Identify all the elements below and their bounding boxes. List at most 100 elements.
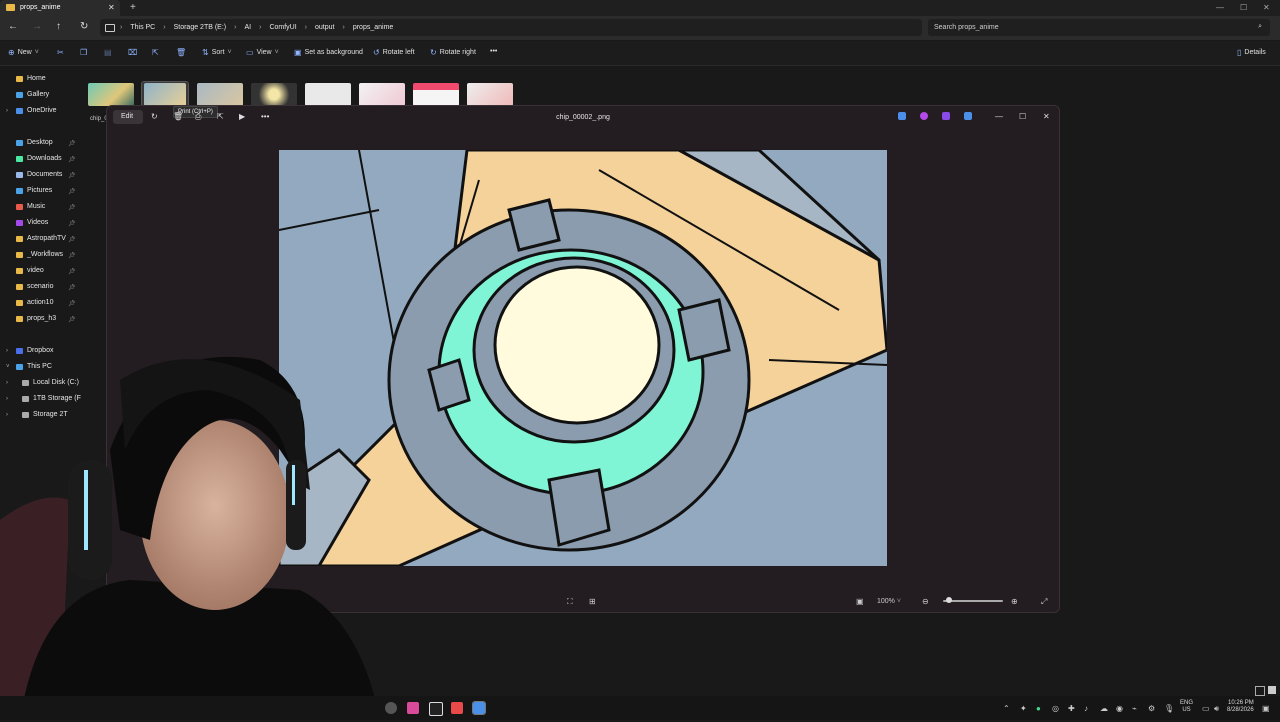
sidebar-item-home[interactable]: Home (16, 75, 46, 82)
sidebar-item-onedrive[interactable]: OneDrive (16, 107, 57, 114)
more-options-button[interactable]: ••• (490, 48, 497, 55)
forward-arrow-icon[interactable]: → (32, 21, 42, 32)
new-button[interactable]: ⊕ New ˅ (8, 48, 39, 57)
fullscreen-icon[interactable]: ⤢ (1041, 597, 1047, 607)
rename-icon[interactable]: ⌧ (128, 48, 137, 57)
language-indicator[interactable]: ENG US (1180, 700, 1193, 714)
viewer-minimize-button[interactable]: — (995, 112, 1003, 121)
photos-app-icon[interactable] (472, 701, 486, 715)
pin-icon[interactable]: 📌︎ (68, 172, 76, 179)
view-toggle-icon[interactable] (1255, 686, 1265, 696)
steam-icon[interactable]: ◉ (1116, 704, 1123, 713)
pin-icon[interactable]: 📌︎ (68, 188, 76, 195)
tray-icon[interactable]: ✚ (1068, 704, 1075, 713)
tray-icon[interactable]: ☁ (1100, 704, 1108, 713)
notification-icon[interactable]: ▣ (1262, 704, 1270, 713)
tray-icon[interactable]: ⚙ (1148, 704, 1155, 713)
sidebar-item-action10[interactable]: action10 (16, 299, 53, 306)
sidebar-item-documents[interactable]: Documents (16, 171, 62, 178)
explorer-tab[interactable]: props_anime ✕ (0, 0, 120, 16)
pin-icon[interactable]: 📌︎ (68, 316, 76, 323)
tray-icon[interactable]: ● (1036, 704, 1041, 713)
record-icon[interactable] (451, 702, 463, 714)
thumbnail-5[interactable] (305, 83, 351, 106)
zoom-slider-thumb[interactable] (946, 597, 952, 603)
sidebar-item-gallery[interactable]: Gallery (16, 91, 49, 98)
sidebar-item-videos[interactable]: Videos (16, 219, 48, 226)
app-icon[interactable] (942, 112, 950, 120)
zoom-level[interactable]: 100% ˅ (877, 598, 901, 605)
delete-icon[interactable]: 🗑︎ (176, 48, 186, 57)
breadcrumb-comfyui[interactable]: ComfyUI (269, 24, 296, 31)
explorer-minimize-button[interactable]: — (1216, 3, 1224, 12)
search-input[interactable]: Search props_anime ⌕ (928, 19, 1270, 36)
new-tab-button[interactable]: + (130, 2, 136, 13)
rotate-left-button[interactable]: ↺ Rotate left (373, 48, 415, 57)
app-icon[interactable] (407, 702, 419, 714)
thumbnail-6[interactable] (359, 83, 405, 106)
app-icon[interactable] (920, 112, 928, 120)
app-icon[interactable] (898, 112, 906, 120)
fit-icon[interactable]: ⛶ (567, 597, 573, 607)
sidebar-item-pictures[interactable]: Pictures (16, 187, 52, 194)
thumbnail-7[interactable] (413, 83, 459, 106)
close-tab-icon[interactable]: ✕ (108, 3, 115, 12)
breadcrumb-output[interactable]: output (315, 24, 334, 31)
refresh-icon[interactable]: ↻ (80, 21, 88, 32)
share-icon[interactable]: ⇱ (152, 48, 159, 57)
sidebar-item-desktop[interactable]: Desktop (16, 139, 53, 146)
app-icon[interactable] (429, 702, 443, 716)
crop-icon[interactable]: ⊞ (589, 597, 596, 606)
tray-icon[interactable]: ◎ (1052, 704, 1059, 713)
volume-icon[interactable]: 🔊︎ (1214, 704, 1219, 714)
settings-icon[interactable] (385, 702, 397, 714)
thumbnail-8[interactable] (467, 83, 513, 106)
pin-icon[interactable]: 📌︎ (68, 284, 76, 291)
tray-icon[interactable]: ⌁ (1132, 704, 1137, 713)
thumbnail-3[interactable] (197, 83, 243, 106)
pin-icon[interactable]: 📌︎ (68, 156, 76, 163)
zoom-in-icon[interactable]: ⊕ (1011, 597, 1018, 606)
sidebar-item-astropathtv[interactable]: AstropathTV (16, 235, 66, 242)
set-background-button[interactable]: ▣ Set as background (294, 48, 363, 57)
sidebar-item-video[interactable]: video (16, 267, 44, 274)
tray-icon[interactable]: ✦ (1020, 704, 1027, 713)
pin-icon[interactable]: 📌︎ (68, 300, 76, 307)
zoom-out-icon[interactable]: ⊖ (922, 597, 929, 606)
pin-icon[interactable]: 📌︎ (68, 252, 76, 259)
breadcrumb-this-pc[interactable]: This PC (130, 24, 155, 31)
network-icon[interactable]: ▭ (1202, 704, 1210, 713)
pin-icon[interactable]: 📌︎ (68, 268, 76, 275)
sort-button[interactable]: ⇅ Sort ˅ (202, 48, 232, 57)
sidebar-item-music[interactable]: Music (16, 203, 45, 210)
view-button[interactable]: ▭ View ˅ (246, 48, 279, 57)
expand-chevron-icon[interactable]: › (6, 108, 8, 114)
clock[interactable]: 10:26 PM 8/28/2026 (1227, 700, 1254, 714)
paste-icon[interactable]: ▤ (104, 48, 112, 57)
rotate-right-button[interactable]: ↻ Rotate right (430, 48, 476, 57)
sidebar-item-scenario[interactable]: scenario (16, 283, 53, 290)
pin-icon[interactable]: 📌︎ (68, 220, 76, 227)
explorer-close-button[interactable]: ✕ (1263, 3, 1270, 12)
pin-icon[interactable]: 📌︎ (68, 236, 76, 243)
cut-icon[interactable]: ✂ (57, 48, 64, 57)
show-hidden-icons[interactable]: ⌃ (1003, 704, 1010, 713)
explorer-maximize-button[interactable]: ☐ (1240, 3, 1247, 12)
breadcrumb-storage[interactable]: Storage 2TB (E:) (174, 24, 227, 31)
sidebar-item--workflows[interactable]: _Workflows (16, 251, 63, 258)
breadcrumb-props-anime[interactable]: props_anime (353, 24, 393, 31)
copy-icon[interactable]: ❐ (80, 48, 87, 57)
thumbnail-4[interactable] (251, 83, 297, 106)
up-arrow-icon[interactable]: ↑ (56, 21, 61, 32)
details-button[interactable]: ▯ Details (1237, 48, 1266, 57)
zoom-slider[interactable] (943, 600, 1003, 602)
breadcrumb-ai[interactable]: AI (244, 24, 251, 31)
sidebar-item-props-h3[interactable]: props_h3 (16, 315, 56, 322)
microphone-icon[interactable]: 🎙︎ (1164, 704, 1174, 713)
pin-icon[interactable]: 📌︎ (68, 204, 76, 211)
tray-icon[interactable]: ♪ (1084, 704, 1088, 713)
viewer-maximize-button[interactable]: ☐ (1019, 112, 1026, 121)
thumbnail-1[interactable] (88, 83, 134, 106)
viewer-close-button[interactable]: ✕ (1043, 112, 1050, 121)
view-toggle-icon[interactable] (1268, 686, 1276, 694)
